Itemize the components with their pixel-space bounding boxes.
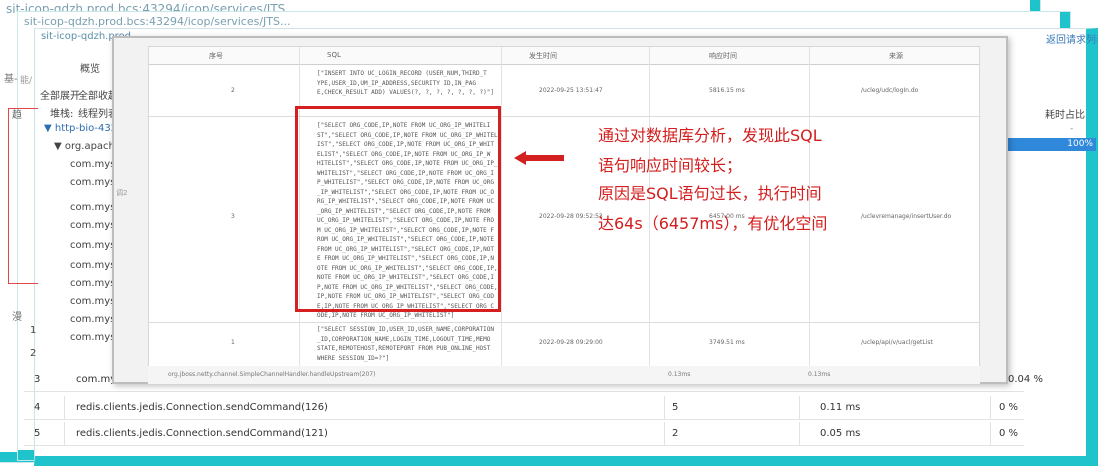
annotation-line-4: 达64s（6457ms），有优化空间 bbox=[598, 214, 828, 233]
annotation-line-3: 原因是SQL语句过长，执行时间 bbox=[598, 184, 822, 203]
footer-path: org.jboss.netty.channel.SimpleChannelHan… bbox=[168, 371, 376, 378]
tree-highlight-frame bbox=[8, 108, 38, 284]
row-sql: ["SELECT SESSION_ID,USER_ID,USER_NAME,CO… bbox=[317, 326, 495, 362]
side-char: 2 bbox=[30, 348, 37, 359]
row-url: /uclep/api/v/uacl/getList bbox=[861, 339, 933, 346]
stack-label: 堆栈: bbox=[50, 109, 74, 120]
header-url: 来源 bbox=[889, 52, 903, 60]
sql-table-header: 序号 SQL 发生时间 响应时间 来源 bbox=[149, 47, 979, 65]
side-char: 漫 bbox=[12, 312, 22, 323]
header-time: 发生时间 bbox=[529, 52, 557, 60]
footer-b: 0.13ms bbox=[808, 371, 831, 378]
overlay-footer: org.jboss.netty.channel.SimpleChannelHan… bbox=[148, 366, 980, 384]
row-time: 0.05 ms bbox=[820, 428, 861, 439]
row-time: 2022-09-28 09:29:00 bbox=[539, 339, 603, 346]
table-row[interactable]: 5 redis.clients.jedis.Connection.sendCom… bbox=[24, 422, 1024, 446]
row-seq: 2 bbox=[231, 87, 235, 94]
annotation-line-1: 通过对数据库分析，发现此SQL bbox=[598, 126, 822, 145]
row-percent: 0 % bbox=[999, 428, 1019, 439]
expand-all-button[interactable]: 全部展开 bbox=[40, 87, 80, 102]
table-row[interactable]: 4 redis.clients.jedis.Connection.sendCom… bbox=[24, 396, 1024, 420]
row-method: redis.clients.jedis.Connection.sendComma… bbox=[76, 402, 328, 413]
header-resp: 响应时间 bbox=[709, 52, 737, 60]
header-sql: SQL bbox=[327, 51, 341, 59]
sql-row[interactable]: 2 ["INSERT INTO UC_LOGIN_RECORD (USER_NU… bbox=[149, 65, 979, 117]
row-url: /uclevremanage/insertUser.do bbox=[861, 213, 952, 220]
left-arrow-icon bbox=[514, 151, 564, 165]
row-sql: ["INSERT INTO UC_LOGIN_RECORD (USER_NUM,… bbox=[317, 70, 495, 96]
row-index: 3 bbox=[34, 374, 41, 385]
row-seq: 1 bbox=[231, 339, 235, 346]
time-ratio-bar: 100% bbox=[1000, 138, 1096, 151]
row-method: redis.clients.jedis.Connection.sendComma… bbox=[76, 428, 328, 439]
row-count: 2 bbox=[672, 428, 679, 439]
row-time: 2022-09-28 09:52:53 bbox=[539, 213, 603, 220]
side-char: 1 bbox=[30, 325, 37, 336]
sql-highlight-box bbox=[295, 106, 501, 312]
annotation-line-2: 语句响应时间较长； bbox=[598, 156, 743, 175]
row-count: 5 bbox=[672, 402, 679, 413]
row-resp: 5816.15 ms bbox=[709, 87, 745, 94]
header-seq: 序号 bbox=[209, 52, 223, 60]
footer-a: 0.13ms bbox=[668, 371, 691, 378]
sql-row[interactable]: 1 ["SELECT SESSION_ID,USER_ID,USER_NAME,… bbox=[149, 323, 979, 367]
time-ratio-header: 耗时占比 bbox=[1045, 110, 1085, 121]
row-time: 2022-09-25 13:51:47 bbox=[539, 87, 603, 94]
row-percent: 0 % bbox=[999, 402, 1019, 413]
side-label-base: 基- bbox=[4, 74, 18, 85]
db-analysis-screenshot: 序号 SQL 发生时间 响应时间 来源 2 ["INSERT INTO UC_L… bbox=[112, 36, 1008, 384]
overlay-side-text: 调2 bbox=[116, 189, 128, 197]
sql-table: 序号 SQL 发生时间 响应时间 来源 2 ["INSERT INTO UC_L… bbox=[148, 46, 980, 372]
row-percent: 0.04 % bbox=[1008, 374, 1043, 385]
time-ratio-dash: - bbox=[1070, 124, 1074, 134]
row-time: 0.11 ms bbox=[820, 402, 861, 413]
row-index: 5 bbox=[34, 428, 41, 439]
side-label-xs: 能/ bbox=[20, 76, 33, 86]
sql-row[interactable]: 3 ["SELECT ORG_CODE,IP,NOTE FROM UC_ORG_… bbox=[149, 117, 979, 323]
row-index: 4 bbox=[34, 402, 41, 413]
row-seq: 3 bbox=[231, 213, 235, 220]
row-resp: 3749.51 ms bbox=[709, 339, 745, 346]
row-url: /ucleg/udc/logIn.do bbox=[861, 87, 919, 94]
tab-overview[interactable]: 概览 bbox=[80, 60, 100, 75]
